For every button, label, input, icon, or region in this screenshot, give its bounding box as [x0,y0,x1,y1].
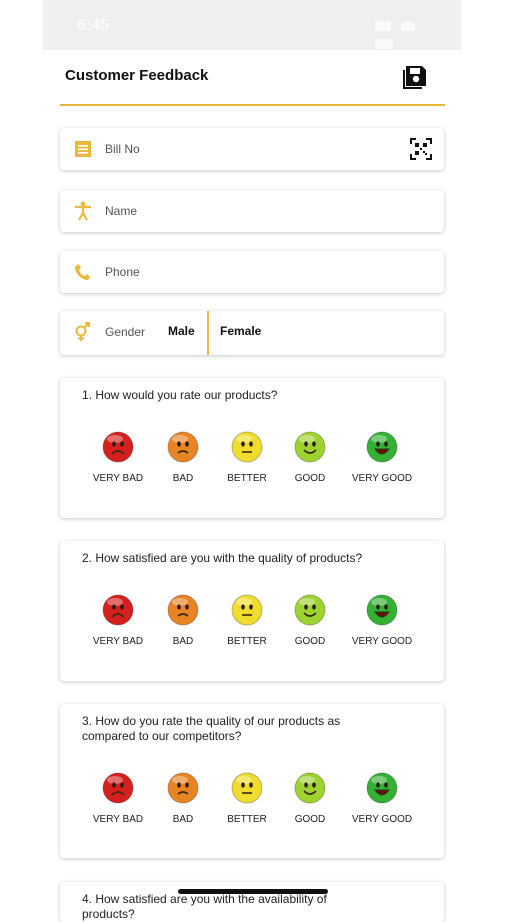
very-bad-face-icon[interactable] [102,772,134,804]
very-bad-label: VERY BAD [92,636,144,647]
gender-divider [207,311,209,355]
bad-face-icon[interactable] [167,594,199,626]
name-field[interactable]: Name [60,190,444,232]
status-time: 6:45 [77,17,110,34]
person-icon [75,201,91,221]
question-text: 2. How satisfied are you with the qualit… [82,551,363,565]
gender-icon [75,322,90,341]
gender-label: Gender [105,325,146,339]
good-label: GOOD [294,473,326,484]
better-label: BETTER [227,636,267,647]
very-good-face-icon[interactable] [366,772,398,804]
gender-option-female[interactable]: Female [220,324,261,338]
question-card-3: 3. How do you rate the quality of our pr… [60,704,444,858]
phone-field[interactable]: Phone [60,251,444,293]
battery-icon [375,39,393,49]
very-bad-face-icon[interactable] [102,594,134,626]
bill-no-field[interactable]: Bill No [60,128,444,170]
very-bad-label: VERY BAD [92,473,144,484]
phone-label: Phone [105,265,140,279]
status-bar: 6:45 [43,0,461,50]
bad-face-icon[interactable] [167,431,199,463]
good-face-icon[interactable] [294,772,326,804]
very-good-label: VERY GOOD [351,636,413,647]
status-icons [369,18,439,49]
home-indicator [178,889,328,894]
bad-face-icon[interactable] [167,772,199,804]
better-face-icon[interactable] [231,431,263,463]
save-icon[interactable] [403,63,429,89]
app-header: Customer Feedback [60,50,445,106]
bad-label: BAD [172,473,194,484]
good-label: GOOD [294,636,326,647]
qr-scan-icon[interactable] [410,138,432,160]
better-label: BETTER [227,473,267,484]
receipt-icon [75,141,91,157]
better-face-icon[interactable] [231,594,263,626]
question-text: 1. How would you rate our products? [82,388,278,402]
gender-field: Gender Male Female [60,311,444,355]
bill-no-label: Bill No [105,142,140,156]
better-face-icon[interactable] [231,772,263,804]
gender-option-male[interactable]: Male [168,324,195,338]
very-bad-face-icon[interactable] [102,431,134,463]
very-good-face-icon[interactable] [366,594,398,626]
bad-label: BAD [172,814,194,825]
page-title: Customer Feedback [65,67,209,84]
question-text: 3. How do you rate the quality of our pr… [82,714,341,743]
signal-icon [375,21,391,31]
bad-label: BAD [172,636,194,647]
very-good-label: VERY GOOD [351,473,413,484]
good-face-icon[interactable] [294,594,326,626]
very-good-face-icon[interactable] [366,431,398,463]
question-card-4: 4. How satisfied are you with the availa… [60,882,444,922]
wifi-icon [401,21,416,31]
question-text: 4. How satisfied are you with the availa… [82,892,327,921]
good-face-icon[interactable] [294,431,326,463]
phone-icon [75,264,90,280]
better-label: BETTER [227,814,267,825]
name-label: Name [105,204,138,218]
question-card-2: 2. How satisfied are you with the qualit… [60,541,444,681]
very-bad-label: VERY BAD [92,814,144,825]
good-label: GOOD [294,814,326,825]
very-good-label: VERY GOOD [351,814,413,825]
question-card-1: 1. How would you rate our products? VERY… [60,378,444,518]
